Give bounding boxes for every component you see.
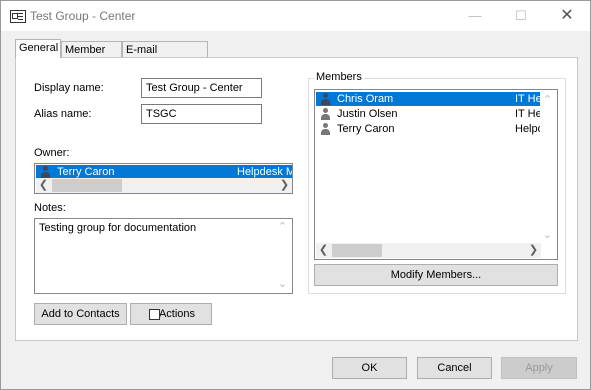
display-name-field[interactable]: Test Group - Center (141, 78, 262, 98)
members-vertical-scrollbar[interactable]: ⌃ ⌄ (540, 91, 556, 243)
scroll-up-icon[interactable]: ⌃ (275, 220, 290, 235)
scroll-left-icon[interactable]: ❮ (316, 243, 331, 258)
modify-members-button[interactable]: Modify Members... (314, 264, 558, 286)
notes-label: Notes: (34, 202, 66, 214)
tab-general[interactable]: General (15, 39, 61, 58)
scroll-down-icon[interactable]: ⌄ (540, 228, 555, 243)
person-icon (320, 108, 331, 120)
add-to-contacts-button[interactable]: Add to Contacts (34, 303, 127, 325)
address-card-icon (10, 10, 26, 23)
member-name: Justin Olsen (337, 108, 398, 120)
member-row[interactable]: Chris Oram IT He (316, 92, 542, 106)
notes-text: Testing group for documentation (39, 222, 197, 234)
display-name-label: Display name: (34, 82, 104, 94)
scroll-down-icon[interactable]: ⌄ (275, 277, 290, 292)
ok-button[interactable]: OK (332, 357, 407, 379)
person-icon (320, 93, 331, 105)
person-icon (320, 123, 331, 135)
owner-role: Helpdesk M (237, 166, 293, 178)
owner-row[interactable]: Terry Caron Helpdesk M (36, 165, 292, 179)
apply-button[interactable]: Apply (501, 357, 577, 379)
actions-checkbox[interactable] (149, 309, 160, 320)
person-icon (40, 166, 51, 178)
scroll-up-icon[interactable]: ⌃ (540, 93, 555, 108)
general-tab-panel: Display name: Test Group - Center Alias … (15, 57, 578, 341)
member-row[interactable]: Terry Caron Helpd (316, 122, 544, 136)
alias-name-label: Alias name: (34, 108, 92, 120)
member-role: IT He (515, 93, 542, 105)
title-bar: Test Group - Center — ☐ ✕ (1, 1, 590, 31)
owner-name: Terry Caron (57, 166, 115, 178)
notes-textarea[interactable]: Testing group for documentation ⌃ ⌄ (34, 218, 293, 294)
scroll-thumb[interactable] (52, 179, 122, 192)
maximize-icon[interactable]: ☐ (498, 1, 544, 31)
scroll-right-icon[interactable]: ❯ (526, 243, 541, 258)
dialog-window: Test Group - Center — ☐ ✕ General Member… (0, 0, 591, 390)
member-row[interactable]: Justin Olsen IT He (316, 107, 542, 121)
member-name: Terry Caron (337, 123, 395, 135)
owner-label: Owner: (34, 147, 70, 159)
scroll-right-icon[interactable]: ❯ (277, 178, 292, 193)
actions-label: Actions (158, 308, 196, 320)
minimize-icon[interactable]: — (452, 1, 498, 31)
scroll-left-icon[interactable]: ❮ (36, 178, 51, 193)
actions-button[interactable]: Actions (130, 303, 212, 325)
tab-email-addresses[interactable]: E-mail Addresses (122, 41, 208, 72)
member-role: IT He (515, 108, 542, 120)
alias-name-field[interactable]: TSGC (141, 104, 262, 124)
members-horizontal-scrollbar[interactable]: ❮ ❯ (316, 243, 541, 258)
window-title: Test Group - Center (30, 9, 136, 23)
close-icon[interactable]: ✕ (544, 1, 590, 31)
member-name: Chris Oram (337, 93, 394, 105)
owner-list[interactable]: Terry Caron Helpdesk M ❮ ❯ (34, 163, 293, 194)
owner-horizontal-scrollbar[interactable]: ❮ ❯ (36, 178, 292, 193)
notes-vertical-scrollbar[interactable]: ⌃ ⌄ (275, 220, 291, 292)
scroll-thumb[interactable] (332, 244, 382, 257)
cancel-button[interactable]: Cancel (417, 357, 492, 379)
tab-member-of[interactable]: Member Of (61, 41, 122, 72)
members-list[interactable]: Chris Oram IT He Justin Olsen IT He Terr… (314, 89, 558, 260)
members-label: Members (314, 71, 364, 83)
